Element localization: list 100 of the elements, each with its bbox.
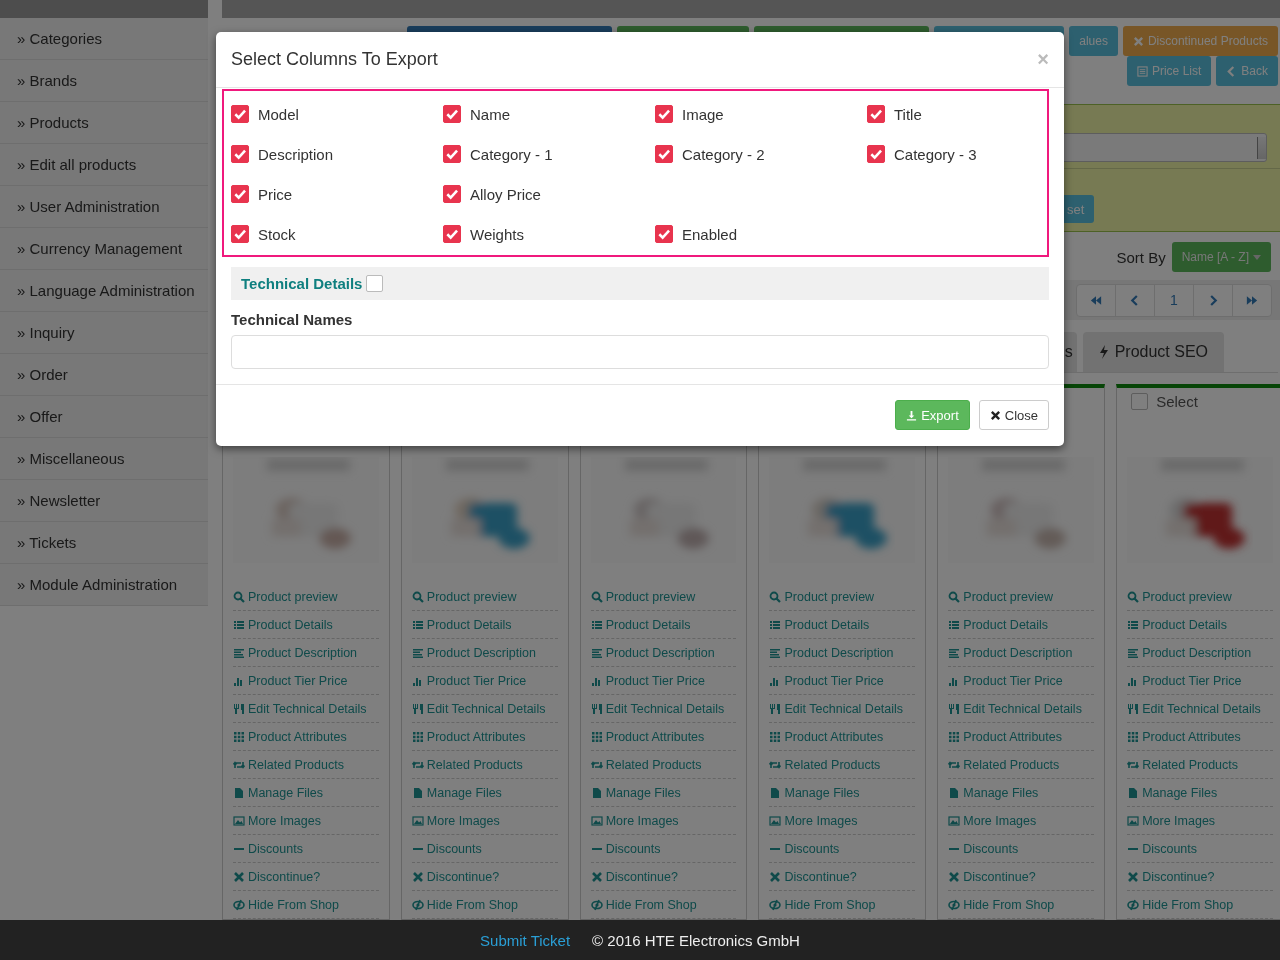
toolbar-button[interactable]: Discontinued Products [1122, 26, 1278, 56]
action-link[interactable]: Discounts [769, 835, 916, 863]
sidebar-item[interactable]: » Miscellaneous [0, 438, 208, 480]
action-link[interactable]: More Images [769, 807, 916, 835]
action-link[interactable]: Edit Technical Details [1127, 695, 1273, 723]
sidebar-item[interactable]: » Categories [0, 18, 208, 60]
action-link[interactable]: Discontinue? [769, 863, 916, 891]
action-link[interactable]: Product preview [590, 583, 737, 611]
sort-dropdown[interactable]: Name [A - Z] [1171, 242, 1271, 272]
action-link[interactable]: Product Description [948, 639, 1095, 667]
checkbox[interactable] [655, 145, 673, 163]
action-link[interactable]: Product Tier Price [411, 667, 558, 695]
action-link[interactable]: Product Description [411, 639, 558, 667]
action-link[interactable]: Related Products [948, 751, 1095, 779]
technical-names-field[interactable] [231, 335, 1049, 369]
toolbar-button[interactable]: alues [1069, 26, 1118, 56]
action-link[interactable]: Product Description [769, 639, 916, 667]
submit-ticket-link[interactable]: Submit Ticket [480, 931, 571, 949]
export-button[interactable]: Export [895, 400, 970, 430]
action-link[interactable]: More Images [1127, 807, 1273, 835]
action-link[interactable]: Product Attributes [948, 723, 1095, 751]
action-link[interactable]: Edit Technical Details [948, 695, 1095, 723]
action-link[interactable]: Edit Technical Details [769, 695, 916, 723]
action-link[interactable]: Related Products [769, 751, 916, 779]
toolbar-button[interactable]: Back [1216, 56, 1278, 86]
action-link[interactable]: Discounts [233, 835, 379, 863]
action-link[interactable]: Edit Technical Details [590, 695, 737, 723]
action-link[interactable]: Edit Technical Details [233, 695, 379, 723]
action-link[interactable]: Discontinue? [948, 863, 1095, 891]
action-link[interactable]: Product Tier Price [948, 667, 1095, 695]
action-link[interactable]: Related Products [590, 751, 737, 779]
sidebar-item[interactable]: » Module Administration [0, 564, 208, 606]
sidebar-item[interactable]: » Products [0, 102, 208, 144]
sidebar-item[interactable]: » Currency Management [0, 228, 208, 270]
action-link[interactable]: Hide From Shop [590, 891, 737, 919]
sidebar-item[interactable]: » Brands [0, 60, 208, 102]
action-link[interactable]: Product preview [233, 583, 379, 611]
action-link[interactable]: Product Attributes [233, 723, 379, 751]
technical-details-checkbox[interactable]: Technical Details [241, 275, 384, 292]
action-link[interactable]: Product Attributes [769, 723, 916, 751]
checkbox[interactable] [443, 105, 461, 123]
sidebar-item[interactable]: » User Administration [0, 186, 208, 228]
checkbox[interactable] [443, 225, 461, 243]
checkbox[interactable] [867, 105, 885, 123]
action-link[interactable]: More Images [411, 807, 558, 835]
action-link[interactable]: Product Attributes [411, 723, 558, 751]
sidebar-item[interactable]: » Edit all products [0, 144, 208, 186]
toolbar-button[interactable]: Price List [1126, 56, 1212, 86]
action-link[interactable]: Product Description [1127, 639, 1273, 667]
tab[interactable]: Product SEO [1082, 332, 1224, 372]
checkbox[interactable] [231, 145, 249, 163]
select-checkbox[interactable]: Select [1127, 392, 1198, 410]
action-link[interactable]: Product Tier Price [590, 667, 737, 695]
checkbox[interactable] [231, 185, 249, 203]
checkbox[interactable] [443, 185, 461, 203]
action-link[interactable]: Product Description [233, 639, 379, 667]
action-link[interactable]: Product preview [1127, 583, 1273, 611]
action-link[interactable]: Product Description [590, 639, 737, 667]
action-link[interactable]: Manage Files [769, 779, 916, 807]
action-link[interactable]: Manage Files [1127, 779, 1273, 807]
sidebar-item[interactable]: » Tickets [0, 522, 208, 564]
action-link[interactable]: Hide From Shop [948, 891, 1095, 919]
action-link[interactable]: Discontinue? [411, 863, 558, 891]
close-button[interactable]: Close [978, 400, 1049, 430]
action-link[interactable]: Product Tier Price [769, 667, 916, 695]
checkbox[interactable] [231, 105, 249, 123]
action-link[interactable]: Product preview [948, 583, 1095, 611]
action-link[interactable]: Discounts [590, 835, 737, 863]
action-link[interactable]: Manage Files [590, 779, 737, 807]
action-link[interactable]: Hide From Shop [411, 891, 558, 919]
action-link[interactable]: Hide From Shop [233, 891, 379, 919]
action-link[interactable]: Product Details [1127, 611, 1273, 639]
checkbox[interactable] [655, 105, 673, 123]
action-link[interactable]: Related Products [233, 751, 379, 779]
sidebar-item[interactable]: » Offer [0, 396, 208, 438]
action-link[interactable]: Hide From Shop [769, 891, 916, 919]
action-link[interactable]: Product Tier Price [233, 667, 379, 695]
action-link[interactable]: Product Tier Price [1127, 667, 1273, 695]
action-link[interactable]: Manage Files [233, 779, 379, 807]
checkbox[interactable] [231, 225, 249, 243]
action-link[interactable]: Hide From Shop [1127, 891, 1273, 919]
action-link[interactable]: Discontinue? [233, 863, 379, 891]
action-link[interactable]: Product Details [948, 611, 1095, 639]
page-button[interactable]: 1 [1154, 284, 1193, 316]
action-link[interactable]: Product Details [411, 611, 558, 639]
checkbox[interactable] [655, 225, 673, 243]
action-link[interactable]: Edit Technical Details [411, 695, 558, 723]
action-link[interactable]: Discounts [411, 835, 558, 863]
action-link[interactable]: Product Details [769, 611, 916, 639]
action-link[interactable]: More Images [590, 807, 737, 835]
sidebar-item[interactable]: » Language Administration [0, 270, 208, 312]
action-link[interactable]: Related Products [411, 751, 558, 779]
action-link[interactable]: Discounts [948, 835, 1095, 863]
action-link[interactable]: More Images [233, 807, 379, 835]
action-link[interactable]: Product Details [590, 611, 737, 639]
action-link[interactable]: Discontinue? [590, 863, 737, 891]
sidebar-item[interactable]: » Newsletter [0, 480, 208, 522]
action-link[interactable]: Manage Files [948, 779, 1095, 807]
action-link[interactable]: Discontinue? [1127, 863, 1273, 891]
action-link[interactable]: More Images [948, 807, 1095, 835]
